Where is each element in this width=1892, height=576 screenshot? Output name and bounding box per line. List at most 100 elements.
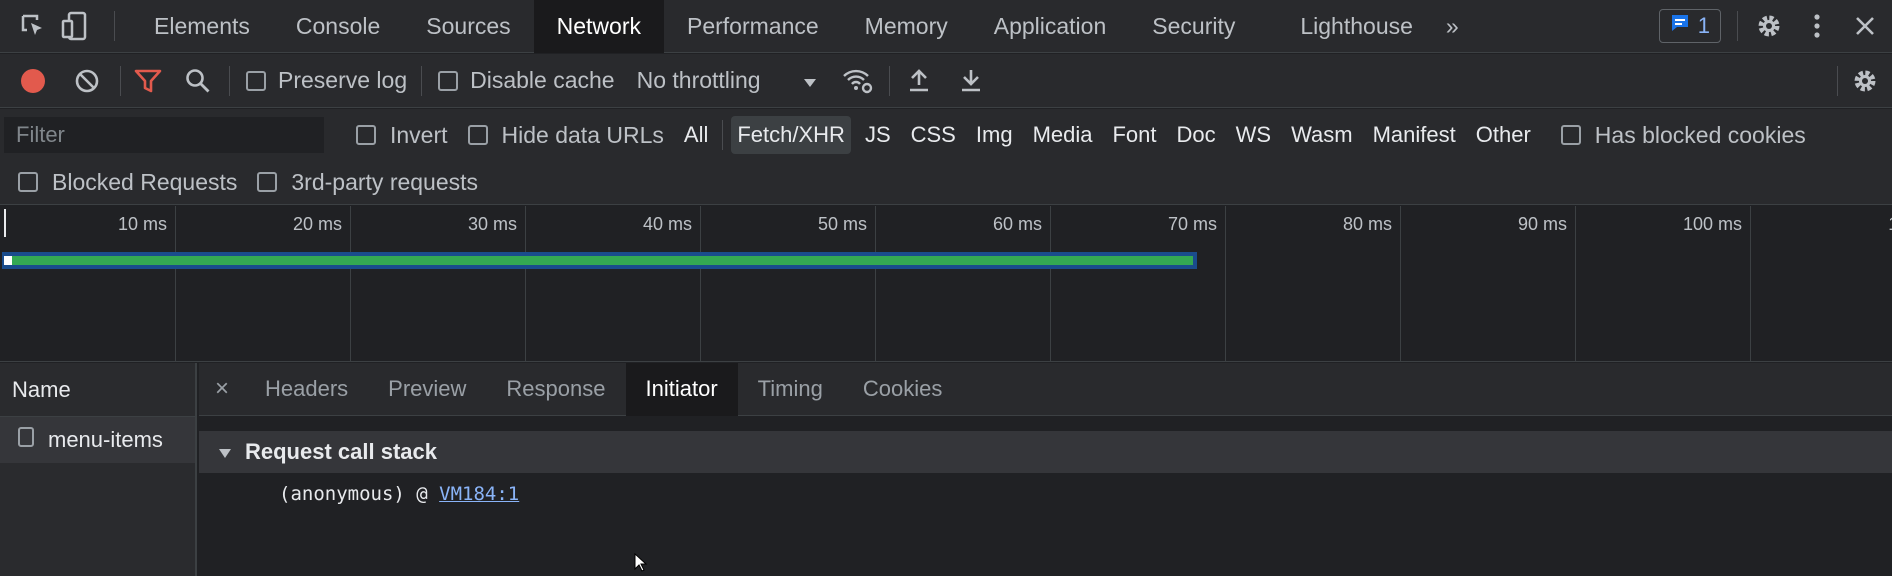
type-filter-js[interactable]: JS (859, 116, 897, 154)
more-options-icon[interactable] (1800, 9, 1834, 43)
export-har-icon[interactable] (954, 64, 988, 98)
tab-initiator[interactable]: Initiator (625, 362, 738, 416)
invert-checkbox[interactable] (356, 125, 376, 145)
network-settings-gear-icon[interactable] (1848, 64, 1882, 98)
more-tabs-icon[interactable]: » (1436, 0, 1469, 53)
tab-application[interactable]: Application (971, 0, 1130, 53)
timeline-tick-label: 30 ms (467, 214, 517, 234)
tab-cookies[interactable]: Cookies (843, 363, 962, 416)
timeline-gridline (875, 206, 876, 362)
requests-table: Name menu-items (0, 363, 197, 576)
filter-icon[interactable] (131, 64, 165, 98)
timeline-gridline (1050, 206, 1051, 362)
issues-badge[interactable]: 1 (1658, 9, 1721, 43)
third-party-requests-checkbox[interactable] (257, 172, 278, 192)
type-filter-other[interactable]: Other (1470, 116, 1537, 154)
divider (1837, 65, 1838, 96)
record-icon[interactable] (16, 64, 50, 98)
tab-elements[interactable]: Elements (131, 0, 273, 53)
triangle-down-icon (219, 439, 231, 465)
divider (229, 65, 230, 96)
timeline-tick-label: 60 ms (992, 214, 1042, 234)
blocked-requests-checkbox[interactable] (18, 172, 38, 192)
timeline-tick-label: 20 ms (292, 214, 342, 234)
tab-memory[interactable]: Memory (842, 0, 971, 53)
tab-network[interactable]: Network (533, 0, 664, 53)
timeline-gridline (350, 206, 351, 362)
tab-security[interactable]: Security (1129, 0, 1277, 53)
has-blocked-cookies-checkbox[interactable] (1560, 125, 1581, 145)
disable-cache-checkbox[interactable] (438, 70, 459, 91)
type-filter-wasm[interactable]: Wasm (1285, 116, 1359, 154)
search-icon[interactable] (181, 64, 215, 98)
tab-preview[interactable]: Preview (368, 363, 486, 416)
close-devtools-icon[interactable] (1848, 9, 1882, 43)
timeline-tick-label: 100 ms (1682, 214, 1742, 234)
request-row[interactable]: menu-items (0, 417, 195, 463)
stack-source-link[interactable]: VM184:1 (439, 483, 519, 505)
request-call-stack-header[interactable]: Request call stack (199, 431, 1892, 473)
invert-label: Invert (390, 121, 448, 148)
document-icon (18, 427, 34, 453)
hide-data-urls-checkbox[interactable] (467, 125, 488, 145)
tab-console[interactable]: Console (273, 0, 403, 53)
divider (1737, 11, 1738, 41)
timeline-tick-label: 110 (1797, 214, 1892, 235)
type-filter-ws[interactable]: WS (1230, 116, 1277, 154)
tab-timing[interactable]: Timing (738, 363, 843, 416)
type-filter-manifest[interactable]: Manifest (1367, 116, 1462, 154)
chevron-down-icon (803, 68, 817, 94)
throttling-value: No throttling (636, 67, 761, 93)
type-filter-img[interactable]: Img (970, 116, 1019, 154)
stack-function: (anonymous) @ (279, 483, 440, 505)
timeline-gridline (1575, 206, 1576, 362)
inspect-element-icon[interactable] (16, 9, 50, 43)
timeline-gridline (1225, 206, 1226, 362)
tab-performance[interactable]: Performance (664, 0, 842, 53)
divider (114, 11, 115, 41)
timeline-tick-label: 10 ms (117, 214, 167, 234)
has-blocked-cookies-label: Has blocked cookies (1594, 121, 1806, 148)
tab-lighthouse[interactable]: Lighthouse (1277, 0, 1436, 53)
timeline-gridline (1400, 206, 1401, 362)
call-stack-frame: (anonymous) @ VM184:1 (199, 483, 1892, 505)
section-title: Request call stack (245, 439, 437, 464)
type-filter-font[interactable]: Font (1106, 116, 1162, 154)
divider (722, 120, 724, 150)
device-toolbar-icon[interactable] (58, 9, 92, 43)
network-toolbar: Preserve log Disable cache No throttling (0, 54, 1892, 108)
issues-count: 1 (1697, 13, 1710, 38)
tab-response[interactable]: Response (486, 363, 625, 416)
tab-sources[interactable]: Sources (403, 0, 533, 53)
name-column-header[interactable]: Name (0, 363, 195, 417)
throttling-select[interactable]: No throttling (637, 67, 817, 94)
import-har-icon[interactable] (902, 64, 936, 98)
timeline-gridline (700, 206, 701, 362)
timeline-gridline (175, 206, 176, 362)
request-queue-segment (4, 256, 12, 265)
network-conditions-icon[interactable] (841, 64, 875, 98)
timeline-tick-label: 90 ms (1517, 214, 1567, 234)
filter-bar-secondary: Blocked Requests 3rd-party requests (0, 160, 1892, 205)
divider (421, 65, 423, 96)
network-overview-timeline[interactable]: 10 ms 20 ms 30 ms 40 ms 50 ms 60 ms 70 ms 80 ms… (0, 206, 1892, 362)
settings-gear-icon[interactable] (1752, 9, 1786, 43)
tab-headers[interactable]: Headers (245, 363, 368, 416)
details-tabs: × Headers Preview Response Initiator Tim… (199, 362, 1892, 416)
third-party-requests-label: 3rd-party requests (291, 168, 479, 195)
close-details-icon[interactable]: × (199, 375, 245, 403)
preserve-log-checkbox[interactable] (246, 70, 266, 91)
hide-data-urls-label: Hide data URLs (501, 121, 664, 148)
timeline-tick-label: 70 ms (1167, 214, 1217, 234)
divider (120, 65, 121, 96)
type-filter-all[interactable]: All (678, 116, 714, 154)
type-filter-doc[interactable]: Doc (1171, 116, 1222, 154)
clear-icon[interactable] (70, 64, 104, 98)
preserve-log-label: Preserve log (278, 67, 408, 93)
blocked-requests-label: Blocked Requests (52, 168, 238, 195)
mouse-cursor-icon (634, 552, 648, 576)
type-filter-fetch-xhr[interactable]: Fetch/XHR (731, 116, 851, 154)
type-filter-css[interactable]: CSS (905, 116, 962, 154)
type-filter-media[interactable]: Media (1027, 116, 1099, 154)
filter-input[interactable]: Filter (4, 117, 324, 153)
